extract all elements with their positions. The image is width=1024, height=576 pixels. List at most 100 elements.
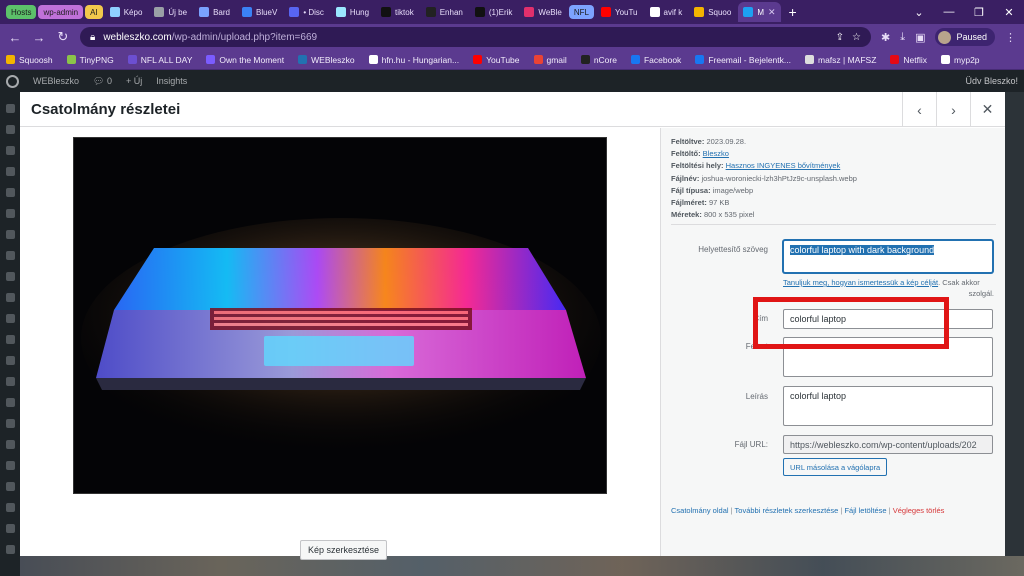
browser-tab[interactable]: YouTu [596, 2, 643, 22]
browser-tab[interactable]: Squoo [689, 2, 736, 22]
forward-icon[interactable]: → [32, 30, 46, 45]
bookmark-item[interactable]: Squoosh [6, 55, 53, 65]
menu-icon[interactable]: ⋮ [1005, 31, 1016, 44]
dimensions: 800 x 535 pixel [703, 210, 755, 220]
minimize-icon[interactable]: — [934, 6, 964, 18]
tab-group[interactable]: Hosts [6, 5, 37, 19]
admin-bar-greeting[interactable]: Üdv Bleszko! [965, 76, 1018, 86]
url-path: /wp-admin/upload.php?item=669 [171, 31, 318, 43]
copy-url-button[interactable]: URL másolása a vágólapra [783, 458, 888, 476]
bookmark-item[interactable]: NFL ALL DAY [127, 55, 192, 65]
edit-more-link[interactable]: További részletek szerkesztése [735, 506, 839, 515]
uploader-link[interactable]: Bleszko [703, 149, 729, 158]
profile-status: Paused [956, 32, 987, 42]
restore-icon[interactable]: ❐ [964, 6, 994, 19]
close-icon: ✕ [981, 101, 994, 117]
bookmark-item[interactable]: nCore [580, 55, 617, 65]
download-file-link[interactable]: Fájl letöltése [844, 506, 886, 515]
wp-sidebar [0, 92, 20, 576]
bookmark-item[interactable]: TinyPNG [66, 55, 114, 65]
bookmark-item[interactable]: Netflix [890, 55, 927, 65]
bookmark-favicon-icon [890, 55, 900, 64]
reload-icon[interactable]: ↻ [56, 29, 70, 45]
admin-bar-site[interactable]: WEBleszko [33, 76, 79, 86]
description-label: Leírás [745, 392, 768, 401]
new-tab-button[interactable]: + [783, 4, 803, 20]
delete-permanently-link[interactable]: Végleges törlés [893, 506, 945, 515]
wordpress-logo-icon[interactable] [6, 74, 19, 88]
next-button[interactable]: › [936, 92, 970, 127]
bookmark-favicon-icon [533, 55, 543, 64]
tab-favicon-icon [743, 7, 754, 17]
url-host: webleszko.com [103, 31, 172, 43]
bookmark-favicon-icon [66, 55, 76, 64]
tab-favicon-icon [199, 7, 210, 17]
browser-tab[interactable]: avif k [645, 2, 688, 22]
download-icon[interactable]: ⤓ [900, 31, 905, 44]
file-url-field[interactable]: https://webleszko.com/wp-content/uploads… [783, 435, 993, 454]
bookmark-item[interactable]: myp2p [941, 55, 980, 65]
tab-search-icon[interactable]: ⌄ [904, 6, 934, 19]
browser-tab[interactable]: Képo [105, 2, 148, 22]
browser-tab[interactable]: Új be [149, 2, 192, 22]
browser-tab[interactable]: Hung [331, 2, 374, 22]
tab-favicon-icon [241, 7, 252, 17]
tab-group[interactable]: wp-admin [38, 5, 84, 19]
browser-tab[interactable]: Bard [194, 2, 235, 22]
bookmark-item[interactable]: hfn.hu - Hungarian... [368, 55, 459, 65]
browser-tab[interactable]: Enhan [421, 2, 468, 22]
tab-group[interactable]: AI [85, 5, 103, 19]
sidepanel-icon[interactable]: ▣ [915, 31, 925, 44]
backdrop-right [1005, 92, 1024, 556]
modal-title: Csatolmány részletei [31, 101, 181, 118]
tab-favicon-icon [649, 7, 660, 17]
prev-button[interactable]: ‹ [902, 92, 936, 127]
bookmark-favicon-icon [298, 55, 308, 64]
tab-favicon-icon [694, 7, 705, 17]
bookmark-item[interactable]: Freemail - Bejelentk... [695, 55, 791, 65]
browser-tab[interactable]: BlueV [237, 2, 282, 22]
modal-header: Csatolmány részletei ‹ › ✕ [20, 92, 1005, 127]
close-window-icon[interactable]: ✕ [994, 6, 1024, 19]
bookmark-favicon-icon [941, 55, 951, 64]
attachment-page-link[interactable]: Csatolmány oldal [671, 506, 729, 515]
bookmark-favicon-icon [804, 55, 814, 64]
browser-tab[interactable]: M ✕ [738, 2, 781, 22]
description-field[interactable]: colorful laptop [783, 386, 993, 426]
highlight-annotation-box [753, 297, 949, 349]
uploaded-to-link[interactable]: Hasznos INGYENES bővítmények [726, 161, 841, 170]
bookmark-item[interactable]: mafsz | MAFSZ [804, 55, 876, 65]
close-tab-icon[interactable]: ✕ [768, 7, 776, 18]
tab-favicon-icon [474, 7, 485, 17]
divider [671, 224, 996, 225]
alt-text-field[interactable]: colorful laptop with dark background [783, 240, 993, 273]
window-controls: ⌄ — ❐ ✕ [904, 0, 1024, 24]
admin-bar-new[interactable]: + Új [126, 76, 142, 86]
tab-favicon-icon [109, 7, 120, 17]
browser-tab[interactable]: tiktok [376, 2, 419, 22]
edit-image-button[interactable]: Kép szerkesztése [300, 540, 388, 560]
alt-help-link[interactable]: Tanuljuk meg, hogyan ismertessük a kép c… [783, 278, 938, 287]
bookmark-item[interactable]: Facebook [630, 55, 681, 65]
browser-tab[interactable]: • Disc [284, 2, 329, 22]
browser-tab[interactable]: WeBle [519, 2, 566, 22]
bookmark-item[interactable]: Own the Moment [206, 55, 284, 65]
bookmark-favicon-icon [580, 55, 590, 64]
browser-tab[interactable]: (1)Erik [470, 2, 518, 22]
profile-button[interactable]: Paused [935, 28, 995, 46]
file-details: Feltöltve: 2023.09.28. Feltöltő: Bleszko… [671, 137, 857, 220]
back-icon[interactable]: ← [8, 30, 22, 45]
admin-bar-insights[interactable]: Insights [156, 76, 187, 86]
bookmark-item[interactable]: gmail [533, 55, 567, 65]
admin-bar-comments[interactable]: 💬︎ 0 [93, 76, 112, 87]
bookmark-item[interactable]: WEBleszko [298, 55, 355, 65]
star-icon[interactable]: ☆ [852, 32, 861, 43]
alt-text-label: Helyettesítő szöveg [698, 245, 768, 254]
close-button[interactable]: ✕ [970, 92, 1004, 127]
bookmark-item[interactable]: YouTube [473, 55, 520, 65]
share-icon[interactable]: ⇪ [836, 32, 844, 43]
url-bar[interactable]: 🔒︎ webleszko.com/wp-admin/upload.php?ite… [80, 27, 871, 47]
bookmark-favicon-icon [473, 55, 483, 64]
extensions-icon[interactable]: ✱ [881, 31, 890, 44]
tab-group[interactable]: NFL [568, 5, 594, 19]
